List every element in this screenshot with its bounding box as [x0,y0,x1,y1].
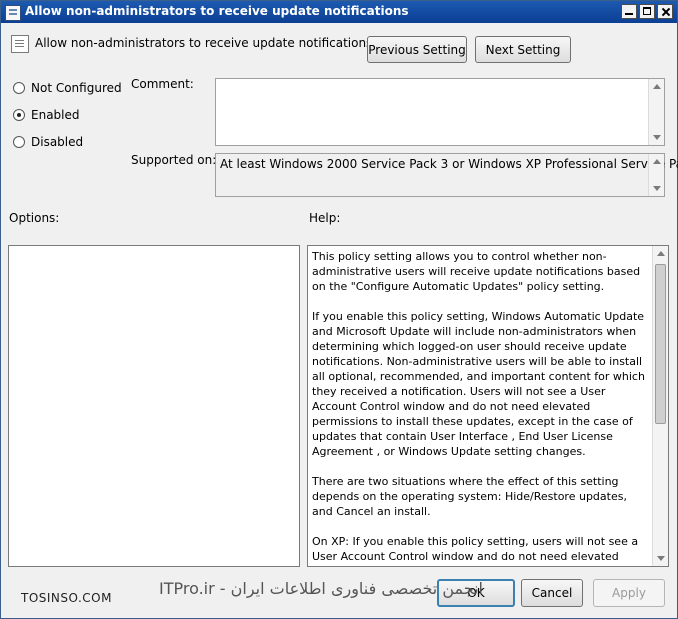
radio-label: Disabled [31,135,84,149]
radio-icon[interactable] [13,136,25,148]
scroll-down-icon[interactable] [653,186,661,191]
comment-label: Comment: [131,77,194,91]
radio-checked-icon[interactable] [13,109,25,121]
comment-scrollbar[interactable] [648,79,664,145]
help-label: Help: [309,211,341,225]
help-paragraph: On XP: If you enable this policy setting… [312,535,639,566]
policy-icon [5,5,21,21]
scroll-up-icon[interactable] [653,159,661,164]
options-label: Options: [9,211,60,225]
cancel-button[interactable]: Cancel [521,579,583,607]
supported-on-value: At least Windows 2000 Service Pack 3 or … [220,157,678,171]
scroll-down-icon[interactable] [653,135,661,140]
radio-not-configured[interactable]: Not Configured [13,81,122,95]
help-paragraph: If you enable this policy setting, Windo… [312,310,645,458]
window-controls [621,4,673,19]
setting-title: Allow non-administrators to receive upda… [35,36,373,50]
radio-enabled[interactable]: Enabled [13,108,80,122]
radio-icon[interactable] [13,82,25,94]
watermark-itpro: انجمن تخصصی فناوری اطلاعات ایران - ITPro… [159,579,483,598]
supported-scrollbar[interactable] [648,154,664,196]
next-setting-button[interactable]: Next Setting [475,36,571,63]
scroll-down-icon[interactable] [657,556,665,561]
close-icon[interactable] [657,4,673,19]
window-title: Allow non-administrators to receive upda… [25,4,409,18]
radio-disabled[interactable]: Disabled [13,135,83,149]
supported-on-field: At least Windows 2000 Service Pack 3 or … [215,153,678,197]
policy-dialog-window: Allow non-administrators to receive upda… [0,0,678,619]
watermark-tosinso: TOSINSO.COM [21,591,112,605]
scroll-thumb[interactable] [655,264,666,424]
help-paragraph: There are two situations where the effec… [312,475,627,518]
help-text: This policy setting allows you to contro… [312,249,650,566]
minimize-icon[interactable] [621,4,637,19]
help-paragraph: This policy setting allows you to contro… [312,250,641,293]
title-bar[interactable]: Allow non-administrators to receive upda… [1,1,677,23]
options-panel [8,245,300,567]
radio-label: Not Configured [31,81,122,95]
help-panel[interactable]: This policy setting allows you to contro… [307,245,669,567]
radio-label: Enabled [31,108,80,122]
maximize-icon[interactable] [639,4,655,19]
setting-icon [11,35,29,53]
scroll-up-icon[interactable] [657,251,665,256]
apply-button[interactable]: Apply [593,579,665,607]
comment-textarea[interactable] [215,78,665,146]
previous-setting-button[interactable]: Previous Setting [367,36,467,63]
supported-on-label: Supported on: [131,153,217,167]
help-scrollbar[interactable] [652,246,668,566]
scroll-up-icon[interactable] [653,84,661,89]
